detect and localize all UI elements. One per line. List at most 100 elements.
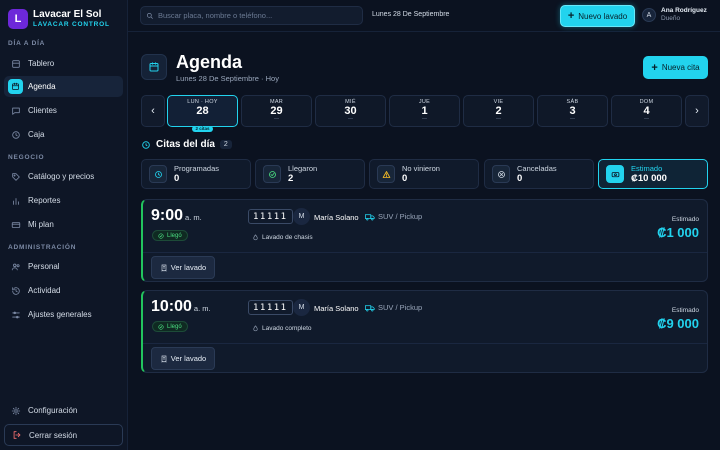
search-icon bbox=[146, 12, 153, 19]
truck-icon bbox=[365, 213, 375, 220]
page-title: Agenda bbox=[176, 52, 243, 72]
section-title-negocio: NEGOCIO bbox=[8, 154, 45, 161]
day-29[interactable]: MAR 29 — bbox=[241, 95, 312, 127]
estimate-value: ₡9 000 bbox=[657, 316, 699, 331]
avatar: A bbox=[642, 8, 656, 22]
plus-icon: + bbox=[567, 10, 575, 22]
stat-programadas[interactable]: Programadas 0 bbox=[141, 159, 251, 189]
brand-name: Lavacar El Sol bbox=[33, 9, 102, 20]
check-circle-icon bbox=[158, 323, 164, 330]
clock-icon bbox=[11, 130, 21, 140]
day-28[interactable]: LUN · HOY 28 2 citas bbox=[167, 95, 238, 132]
stat-no-vinieron[interactable]: No vinieron 0 bbox=[369, 159, 479, 189]
license-plate: 11111 bbox=[248, 300, 293, 315]
estimate-label: Estimado bbox=[671, 307, 699, 314]
sidebar-item-label: Catálogo y precios bbox=[28, 172, 95, 181]
sidebar-item-reportes[interactable]: Reportes bbox=[4, 190, 123, 211]
x-circle-icon bbox=[492, 165, 510, 183]
appointment-time: 10:00 a. m. bbox=[151, 298, 211, 315]
sidebar-item-label: Personal bbox=[28, 262, 60, 271]
section-title-administracion: ADMINISTRACIÓN bbox=[8, 244, 77, 251]
sidebar-item-label: Agenda bbox=[28, 82, 56, 91]
check-circle-icon bbox=[263, 165, 281, 183]
sidebar-item-catalogo[interactable]: Catálogo y precios bbox=[4, 166, 123, 187]
view-wash-button[interactable]: Ver lavado bbox=[151, 256, 215, 279]
drop-icon bbox=[253, 325, 258, 332]
users-icon bbox=[11, 262, 21, 272]
sidebar-item-label: Caja bbox=[28, 130, 45, 139]
appointment-card[interactable]: 10:00 a. m. Llegó 11111 M María Solano SU… bbox=[141, 290, 708, 373]
warning-icon bbox=[377, 165, 395, 183]
sidebar: L Lavacar El Sol LAVACAR CONTROL DÍA A D… bbox=[0, 0, 128, 450]
user-menu[interactable]: A Ana Rodríguez Dueño bbox=[642, 7, 707, 23]
sidebar-item-agenda[interactable]: Agenda bbox=[4, 76, 123, 97]
sidebar-item-tablero[interactable]: Tablero bbox=[4, 53, 123, 74]
day-30[interactable]: MIÉ 30 — bbox=[315, 95, 386, 127]
page-subtitle: Lunes 28 De Septiembre · Hoy bbox=[176, 74, 279, 83]
search-input[interactable] bbox=[158, 11, 358, 20]
appointments-badge: 2 citas bbox=[192, 126, 213, 132]
sidebar-item-configuracion[interactable]: Configuración bbox=[4, 400, 123, 421]
avatar: M bbox=[293, 299, 310, 316]
sidebar-item-clientes[interactable]: Clientes bbox=[4, 100, 123, 121]
app-root: L Lavacar El Sol LAVACAR CONTROL DÍA A D… bbox=[0, 0, 720, 450]
sidebar-item-label: Tablero bbox=[28, 59, 55, 68]
vehicle-type: SUV / Pickup bbox=[365, 212, 422, 221]
chevron-left-icon: ‹ bbox=[151, 105, 155, 117]
appointment-time: 9:00 a. m. bbox=[151, 207, 202, 224]
sidebar-item-label: Ajustes generales bbox=[28, 310, 92, 319]
avatar: M bbox=[293, 208, 310, 225]
brand[interactable]: L Lavacar El Sol LAVACAR CONTROL bbox=[8, 9, 110, 29]
chart-icon bbox=[11, 196, 21, 206]
appointments-header: Citas del día 2 bbox=[141, 139, 232, 150]
stat-canceladas[interactable]: Canceladas 0 bbox=[484, 159, 594, 189]
new-wash-label: Nuevo lavado bbox=[578, 11, 628, 21]
dashboard-icon bbox=[11, 59, 21, 69]
sidebar-item-mi-plan[interactable]: Mi plan bbox=[4, 214, 123, 235]
day-3[interactable]: SÁB 3 — bbox=[537, 95, 608, 127]
sidebar-item-label: Configuración bbox=[28, 406, 78, 415]
search-box[interactable] bbox=[140, 6, 363, 25]
card-icon bbox=[11, 220, 21, 230]
stat-llegaron[interactable]: Llegaron 2 bbox=[255, 159, 365, 189]
logout-icon bbox=[12, 430, 22, 440]
new-wash-button[interactable]: + Nuevo lavado bbox=[560, 5, 635, 27]
sidebar-item-caja[interactable]: Caja bbox=[4, 124, 123, 145]
appointments-count: 2 bbox=[219, 140, 232, 149]
logout-button[interactable]: Cerrar sesión bbox=[4, 424, 123, 446]
appointments-title: Citas del día bbox=[156, 139, 215, 150]
divider bbox=[143, 252, 707, 253]
day-2[interactable]: VIE 2 — bbox=[463, 95, 534, 127]
client-name[interactable]: María Solano bbox=[314, 304, 359, 313]
prev-week-button[interactable]: ‹ bbox=[141, 95, 165, 127]
check-circle-icon bbox=[158, 232, 164, 239]
money-icon bbox=[606, 165, 624, 183]
drop-icon bbox=[253, 234, 258, 241]
sidebar-item-ajustes[interactable]: Ajustes generales bbox=[4, 304, 123, 325]
sidebar-item-personal[interactable]: Personal bbox=[4, 256, 123, 277]
status-badge: Llegó bbox=[152, 230, 188, 241]
tag-icon bbox=[11, 172, 21, 182]
sidebar-item-actividad[interactable]: Actividad bbox=[4, 280, 123, 301]
sliders-icon bbox=[11, 310, 21, 320]
license-plate: 11111 bbox=[248, 209, 293, 224]
brand-subtitle: LAVACAR CONTROL bbox=[33, 21, 110, 28]
vehicle-type: SUV / Pickup bbox=[365, 303, 422, 312]
clock-icon bbox=[149, 165, 167, 183]
calendar-icon bbox=[141, 54, 167, 80]
next-week-button[interactable]: › bbox=[685, 95, 709, 127]
stat-estimado[interactable]: Estimado ₡10 000 bbox=[598, 159, 708, 189]
plus-icon: + bbox=[651, 61, 658, 74]
day-1[interactable]: JUE 1 — bbox=[389, 95, 460, 127]
estimate-label: Estimado bbox=[671, 216, 699, 223]
section-title-dia-a-dia: DÍA A DÍA bbox=[8, 40, 46, 47]
appointment-card[interactable]: 9:00 a. m. Llegó 11111 M María Solano SUV… bbox=[141, 199, 708, 282]
client-name[interactable]: María Solano bbox=[314, 213, 359, 222]
new-appointment-button[interactable]: + Nueva cita bbox=[643, 56, 708, 79]
chat-icon bbox=[11, 106, 21, 116]
view-wash-button[interactable]: Ver lavado bbox=[151, 347, 215, 370]
sidebar-item-label: Mi plan bbox=[28, 220, 54, 229]
calendar-icon bbox=[8, 79, 23, 94]
day-4[interactable]: DOM 4 — bbox=[611, 95, 682, 127]
gear-icon bbox=[11, 406, 21, 416]
